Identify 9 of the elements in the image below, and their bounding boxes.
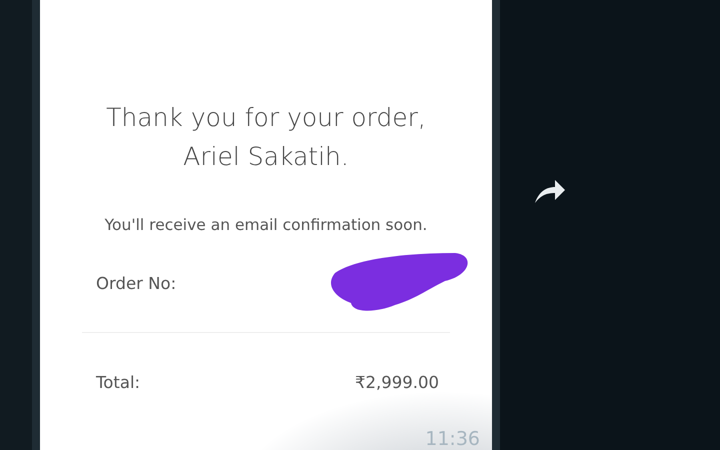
message-time: 11:36 bbox=[425, 428, 480, 450]
confirmation-note: You'll receive an email confirmation soon. bbox=[104, 216, 428, 234]
row-value: ₹2,999.00 bbox=[355, 372, 439, 392]
row-label: Total: bbox=[96, 372, 140, 392]
thank-you-heading: Ariel Sakatih. bbox=[182, 141, 350, 173]
order-screenshot[interactable]: Thank you for your order, Ariel Sakatih. You'll receive an email confirmation soon. Order No: Total: ₹2,999.00 11:36 bbox=[40, 0, 492, 450]
row-label: Order No: bbox=[96, 274, 176, 292]
forward-icon bbox=[533, 177, 567, 205]
thank-you-heading: Thank you for your order, bbox=[106, 102, 426, 134]
